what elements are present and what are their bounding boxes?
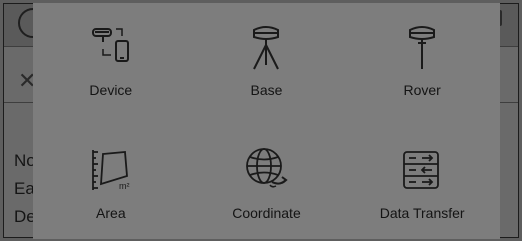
area-tile[interactable]: m² Area (33, 121, 189, 239)
device-tile[interactable]: Device (33, 3, 189, 121)
menu-panel: Device Base Rover m² Area Coordinate Dat… (33, 3, 500, 239)
data-transfer-icon (394, 144, 450, 200)
rover-tile[interactable]: Rover (344, 3, 500, 121)
base-tile[interactable]: Base (189, 3, 345, 121)
data-transfer-label: Data Transfer (379, 205, 465, 221)
data-transfer-tile[interactable]: Data Transfer (344, 121, 500, 239)
coordinate-tile[interactable]: Coordinate (189, 121, 345, 239)
area-label: Area (96, 205, 126, 221)
coordinate-icon (238, 144, 294, 200)
coordinate-label: Coordinate (232, 205, 301, 221)
svg-text:m²: m² (119, 181, 130, 191)
menu-grid: Device Base Rover m² Area Coordinate Dat… (33, 3, 500, 239)
rover-icon (394, 19, 450, 75)
device-icon (83, 19, 139, 75)
rover-label: Rover (403, 82, 441, 98)
base-icon (238, 19, 294, 75)
area-icon: m² (83, 144, 139, 200)
base-label: Base (250, 82, 283, 98)
device-label: Device (89, 82, 133, 98)
